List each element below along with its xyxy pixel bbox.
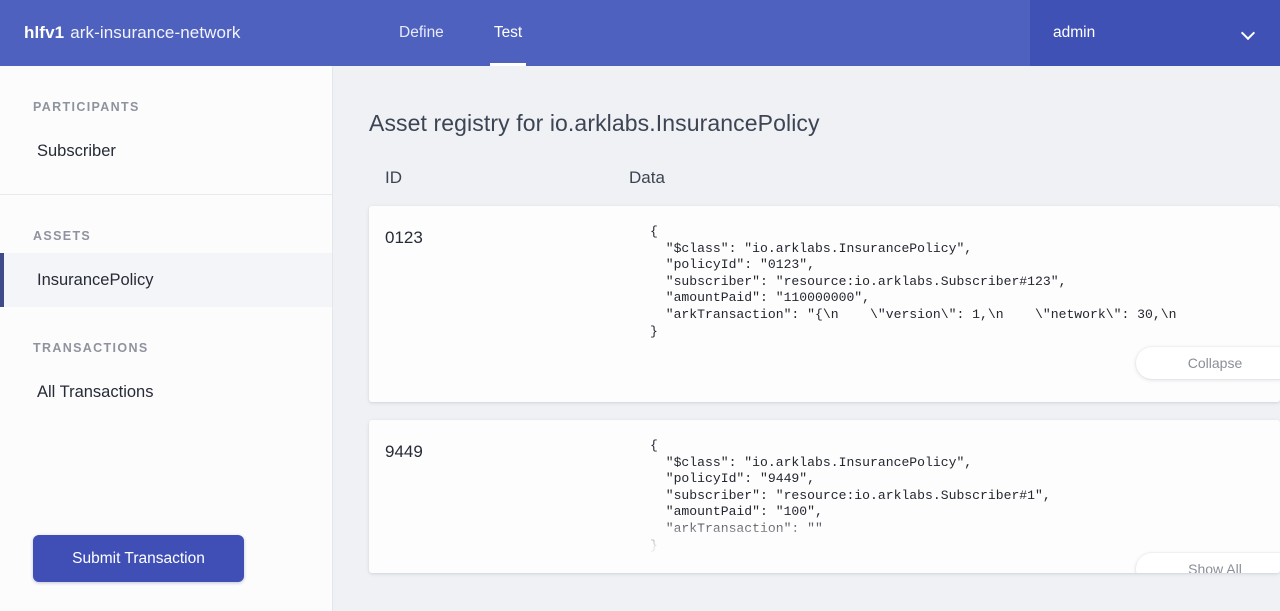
row-json: { "$class": "io.arklabs.InsurancePolicy"… xyxy=(650,224,1177,339)
tab-define-label: Define xyxy=(399,24,444,41)
sidebar-item-all-transactions[interactable]: All Transactions xyxy=(0,365,332,419)
tab-define[interactable]: Define xyxy=(387,0,456,66)
sidebar: PARTICIPANTS Subscriber ASSETS Insurance… xyxy=(0,66,333,611)
sidebar-item-insurancepolicy[interactable]: InsurancePolicy xyxy=(0,253,332,307)
column-header-data: Data xyxy=(629,168,665,187)
sidebar-item-label: Subscriber xyxy=(37,141,116,160)
tab-test[interactable]: Test xyxy=(482,0,534,66)
table-row[interactable]: 9449 { "$class": "io.arklabs.InsurancePo… xyxy=(369,420,1280,573)
user-menu-label: admin xyxy=(1053,24,1096,41)
brand-network: ark-insurance-network xyxy=(70,23,241,42)
brand-name: hlfv1 xyxy=(24,23,65,42)
row-json: { "$class": "io.arklabs.InsurancePolicy"… xyxy=(650,438,1051,553)
row-data: { "$class": "io.arklabs.InsurancePolicy"… xyxy=(650,420,1280,573)
column-header-id: ID xyxy=(385,168,402,187)
collapse-button[interactable]: Collapse xyxy=(1136,347,1280,379)
sidebar-section-participants-title: PARTICIPANTS xyxy=(33,100,140,114)
page-title: Asset registry for io.arklabs.InsuranceP… xyxy=(369,110,820,136)
brand: hlfv1 ark-insurance-network xyxy=(0,0,333,66)
sidebar-section-transactions-title: TRANSACTIONS xyxy=(33,341,149,355)
top-header: hlfv1 ark-insurance-network Define Test … xyxy=(0,0,1280,66)
main-content: Asset registry for io.arklabs.InsuranceP… xyxy=(333,66,1280,611)
table-row[interactable]: 0123 { "$class": "io.arklabs.InsurancePo… xyxy=(369,206,1280,402)
registry-table-header: ID Data xyxy=(333,137,1280,188)
row-id: 9449 xyxy=(385,442,423,461)
sidebar-section-assets-title: ASSETS xyxy=(33,229,92,243)
sidebar-item-label: All Transactions xyxy=(37,382,154,401)
user-menu[interactable]: admin xyxy=(1030,0,1280,66)
row-id: 0123 xyxy=(385,228,423,247)
submit-transaction-button[interactable]: Submit Transaction xyxy=(33,535,244,582)
tab-test-label: Test xyxy=(493,24,523,41)
row-data: { "$class": "io.arklabs.InsurancePolicy"… xyxy=(650,206,1280,402)
sidebar-item-subscriber[interactable]: Subscriber xyxy=(0,124,332,178)
sidebar-item-label: InsurancePolicy xyxy=(37,270,154,289)
show-all-button[interactable]: Show All xyxy=(1136,553,1280,573)
chevron-down-icon xyxy=(1242,26,1256,40)
app-root: hlfv1 ark-insurance-network Define Test … xyxy=(0,0,1280,611)
submit-transaction-wrap: Submit Transaction xyxy=(33,535,244,582)
nav-tabs: Define Test xyxy=(333,0,1030,66)
